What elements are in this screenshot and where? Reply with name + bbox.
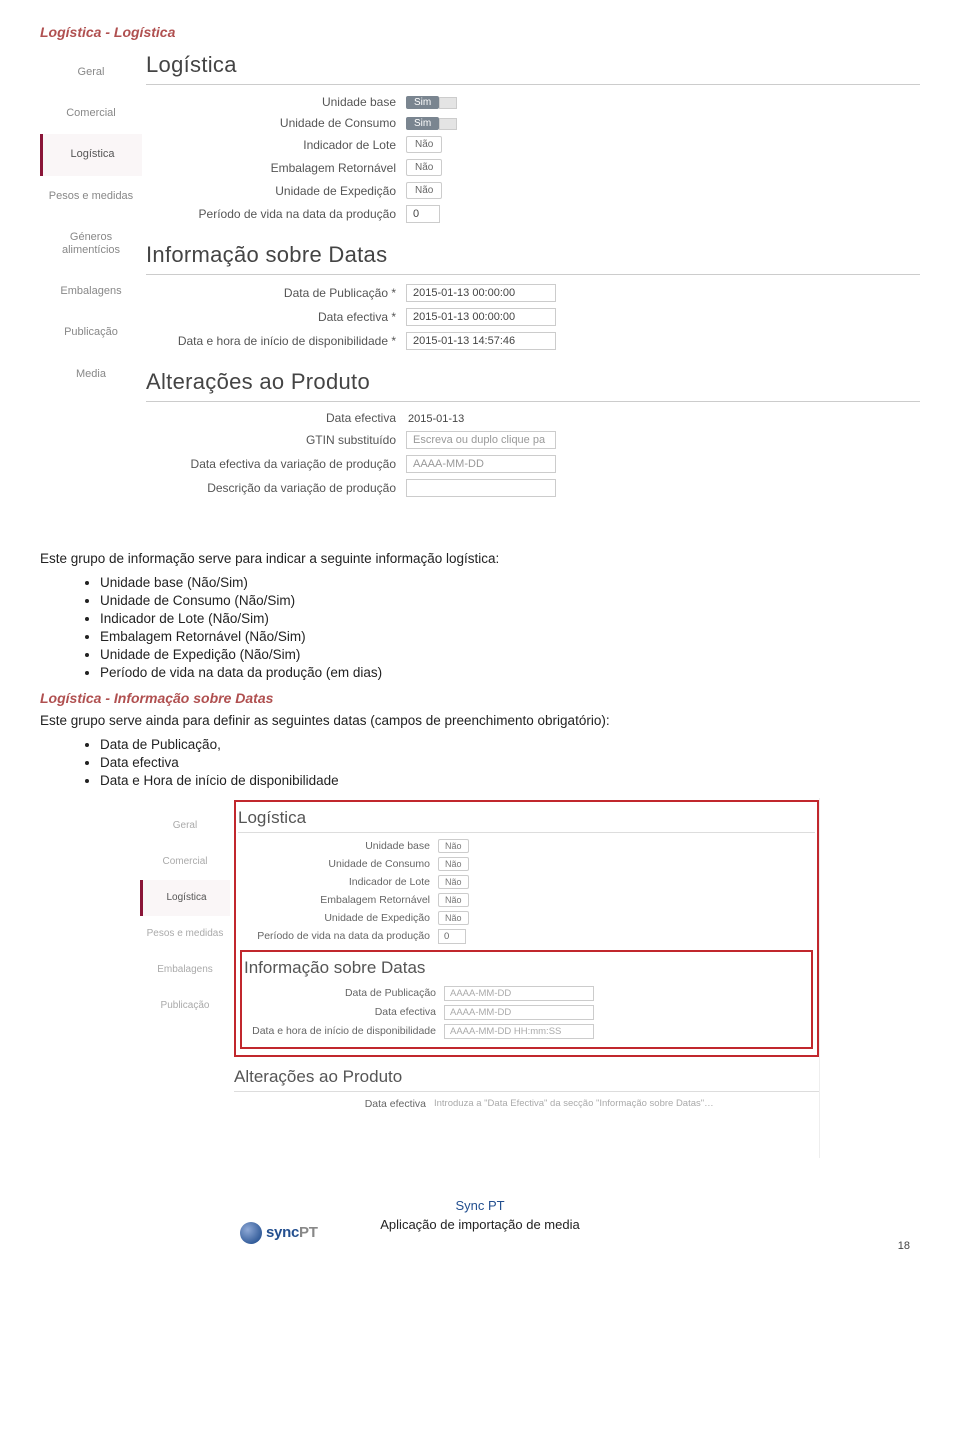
toggle-embalagem-retornavel[interactable]: Não [438, 893, 469, 907]
logo-text-1: sync [266, 1224, 299, 1241]
label-data-efectiva: Data efectiva * [146, 310, 406, 324]
panel-title-info-datas: Informação sobre Datas [244, 954, 809, 982]
label-data-disponibilidade: Data e hora de início de disponibilidade… [146, 334, 406, 348]
toggle-embalagem-retornavel[interactable]: Não [406, 159, 442, 176]
label-unidade-consumo: Unidade de Consumo [146, 116, 406, 130]
label-unidade-expedicao: Unidade de Expedição [238, 912, 438, 924]
sidebar-item-embalagens[interactable]: Embalagens [40, 271, 142, 312]
paragraph-intro-datas: Este grupo serve ainda para definir as s… [40, 712, 920, 731]
label-unidade-base: Unidade base [238, 840, 438, 852]
input-data-publicacao[interactable]: 2015-01-13 00:00:00 [406, 284, 556, 302]
list-item: Data de Publicação, [100, 737, 920, 752]
sidebar-item-embalagens[interactable]: Embalagens [140, 952, 230, 988]
list-item: Data e Hora de início de disponibilidade [100, 773, 920, 788]
toggle-value: Sim [406, 96, 439, 109]
list-item: Indicador de Lote (Não/Sim) [100, 611, 920, 626]
footer-line2: Aplicação de importação de media [40, 1217, 920, 1232]
sidebar-item-logistica[interactable]: Logística [40, 134, 142, 175]
input-data-disponibilidade[interactable]: 2015-01-13 14:57:46 [406, 332, 556, 350]
toggle-unidade-base[interactable]: Sim [406, 96, 457, 109]
list-item: Unidade de Consumo (Não/Sim) [100, 593, 920, 608]
toggle-unidade-expedicao[interactable]: Não [438, 911, 469, 925]
value-alt-data-efectiva: 2015-01-13 [406, 411, 466, 427]
screenshot-logistica-form-highlighted: Geral Comercial Logística Pesos e medida… [140, 798, 820, 1158]
toggle-unidade-consumo[interactable]: Sim [406, 117, 457, 130]
value-alt-data-efectiva: Introduza a "Data Efectiva" da secção "I… [434, 1098, 714, 1109]
sidebar-item-publicacao[interactable]: Publicação [40, 312, 142, 353]
list-logistica-fields: Unidade base (Não/Sim) Unidade de Consum… [100, 575, 920, 680]
toggle-unidade-base[interactable]: Não [438, 839, 469, 853]
label-desc-variacao: Descrição da variação de produção [146, 481, 406, 495]
paragraph-intro-logistica: Este grupo de informação serve para indi… [40, 550, 920, 569]
list-item: Data efectiva [100, 755, 920, 770]
label-unidade-consumo: Unidade de Consumo [238, 858, 438, 870]
label-alt-data-efectiva: Data efectiva [146, 411, 406, 425]
label-unidade-expedicao: Unidade de Expedição [146, 184, 406, 198]
list-datas-fields: Data de Publicação, Data efectiva Data e… [100, 737, 920, 788]
input-data-efectiva[interactable]: AAAA-MM-DD [444, 1005, 594, 1020]
panel-title-logistica: Logística [146, 48, 920, 85]
toggle-value: Sim [406, 117, 439, 130]
panel-title-alteracoes: Alterações ao Produto [234, 1063, 819, 1092]
sidebar-item-comercial[interactable]: Comercial [140, 844, 230, 880]
highlight-box-inner: Informação sobre Datas Data de Publicaçã… [240, 950, 813, 1049]
section-heading-datas: Logística - Informação sobre Datas [40, 690, 920, 706]
input-data-variacao[interactable]: AAAA-MM-DD [406, 455, 556, 473]
section-heading-logistica: Logística - Logística [40, 24, 920, 40]
page-footer: Sync PT Aplicação de importação de media… [40, 1198, 920, 1252]
input-periodo-vida[interactable]: 0 [438, 929, 466, 944]
label-data-variacao: Data efectiva da variação de produção [146, 457, 406, 471]
panel-title-logistica: Logística [238, 804, 815, 833]
highlight-box-outer: Logística Unidade baseNão Unidade de Con… [234, 800, 819, 1057]
toggle-unidade-consumo[interactable]: Não [438, 857, 469, 871]
footer-logo: syncPT [240, 1222, 318, 1244]
sidebar-item-comercial[interactable]: Comercial [40, 93, 142, 134]
list-item: Unidade base (Não/Sim) [100, 575, 920, 590]
label-indicador-lote: Indicador de Lote [238, 876, 438, 888]
label-embalagem-retornavel: Embalagem Retornável [238, 894, 438, 906]
list-item: Período de vida na data da produção (em … [100, 665, 920, 680]
form-sidebar: Geral Comercial Logística Pesos e medida… [40, 52, 142, 395]
sidebar-item-pesos[interactable]: Pesos e medidas [40, 176, 142, 217]
input-desc-variacao[interactable] [406, 479, 556, 497]
list-item: Unidade de Expedição (Não/Sim) [100, 647, 920, 662]
label-data-disponibilidade: Data e hora de início de disponibilidade [244, 1026, 444, 1038]
screenshot-logistica-form: Geral Comercial Logística Pesos e medida… [40, 48, 920, 536]
page-number: 18 [898, 1240, 910, 1252]
panel-title-alteracoes: Alterações ao Produto [146, 365, 920, 402]
sidebar-item-logistica[interactable]: Logística [140, 880, 230, 916]
logo-text-2: PT [299, 1224, 318, 1241]
label-gtin-substituido: GTIN substituído [146, 433, 406, 447]
sidebar-item-geral[interactable]: Geral [140, 808, 230, 844]
label-embalagem-retornavel: Embalagem Retornável [146, 161, 406, 175]
input-data-efectiva[interactable]: 2015-01-13 00:00:00 [406, 308, 556, 326]
sidebar-item-pesos[interactable]: Pesos e medidas [140, 916, 230, 952]
label-data-efectiva: Data efectiva [244, 1006, 444, 1018]
toggle-indicador-lote[interactable]: Não [406, 136, 442, 153]
footer-line1: Sync PT [40, 1198, 920, 1213]
sidebar-item-generos[interactable]: Géneros alimentícios [40, 217, 142, 271]
label-periodo-vida: Período de vida na data da produção [238, 930, 438, 942]
toggle-unidade-expedicao[interactable]: Não [406, 182, 442, 199]
input-data-disponibilidade[interactable]: AAAA-MM-DD HH:mm:SS [444, 1024, 594, 1039]
form-sidebar-2: Geral Comercial Logística Pesos e medida… [140, 808, 230, 1024]
label-data-publicacao: Data de Publicação [244, 987, 444, 999]
label-indicador-lote: Indicador de Lote [146, 138, 406, 152]
list-item: Embalagem Retornável (Não/Sim) [100, 629, 920, 644]
sidebar-item-publicacao[interactable]: Publicação [140, 988, 230, 1024]
sidebar-item-media[interactable]: Media [40, 354, 142, 395]
globe-icon [240, 1222, 262, 1244]
panel-title-info-datas: Informação sobre Datas [146, 238, 920, 275]
input-periodo-vida[interactable]: 0 [406, 205, 440, 223]
sidebar-item-geral[interactable]: Geral [40, 52, 142, 93]
toggle-indicador-lote[interactable]: Não [438, 875, 469, 889]
label-data-publicacao: Data de Publicação * [146, 286, 406, 300]
label-periodo-vida: Período de vida na data da produção [146, 207, 406, 221]
label-unidade-base: Unidade base [146, 95, 406, 109]
input-gtin-substituido[interactable]: Escreva ou duplo clique pa [406, 431, 556, 449]
input-data-publicacao[interactable]: AAAA-MM-DD [444, 986, 594, 1001]
label-alt-data-efectiva: Data efectiva [234, 1098, 434, 1110]
